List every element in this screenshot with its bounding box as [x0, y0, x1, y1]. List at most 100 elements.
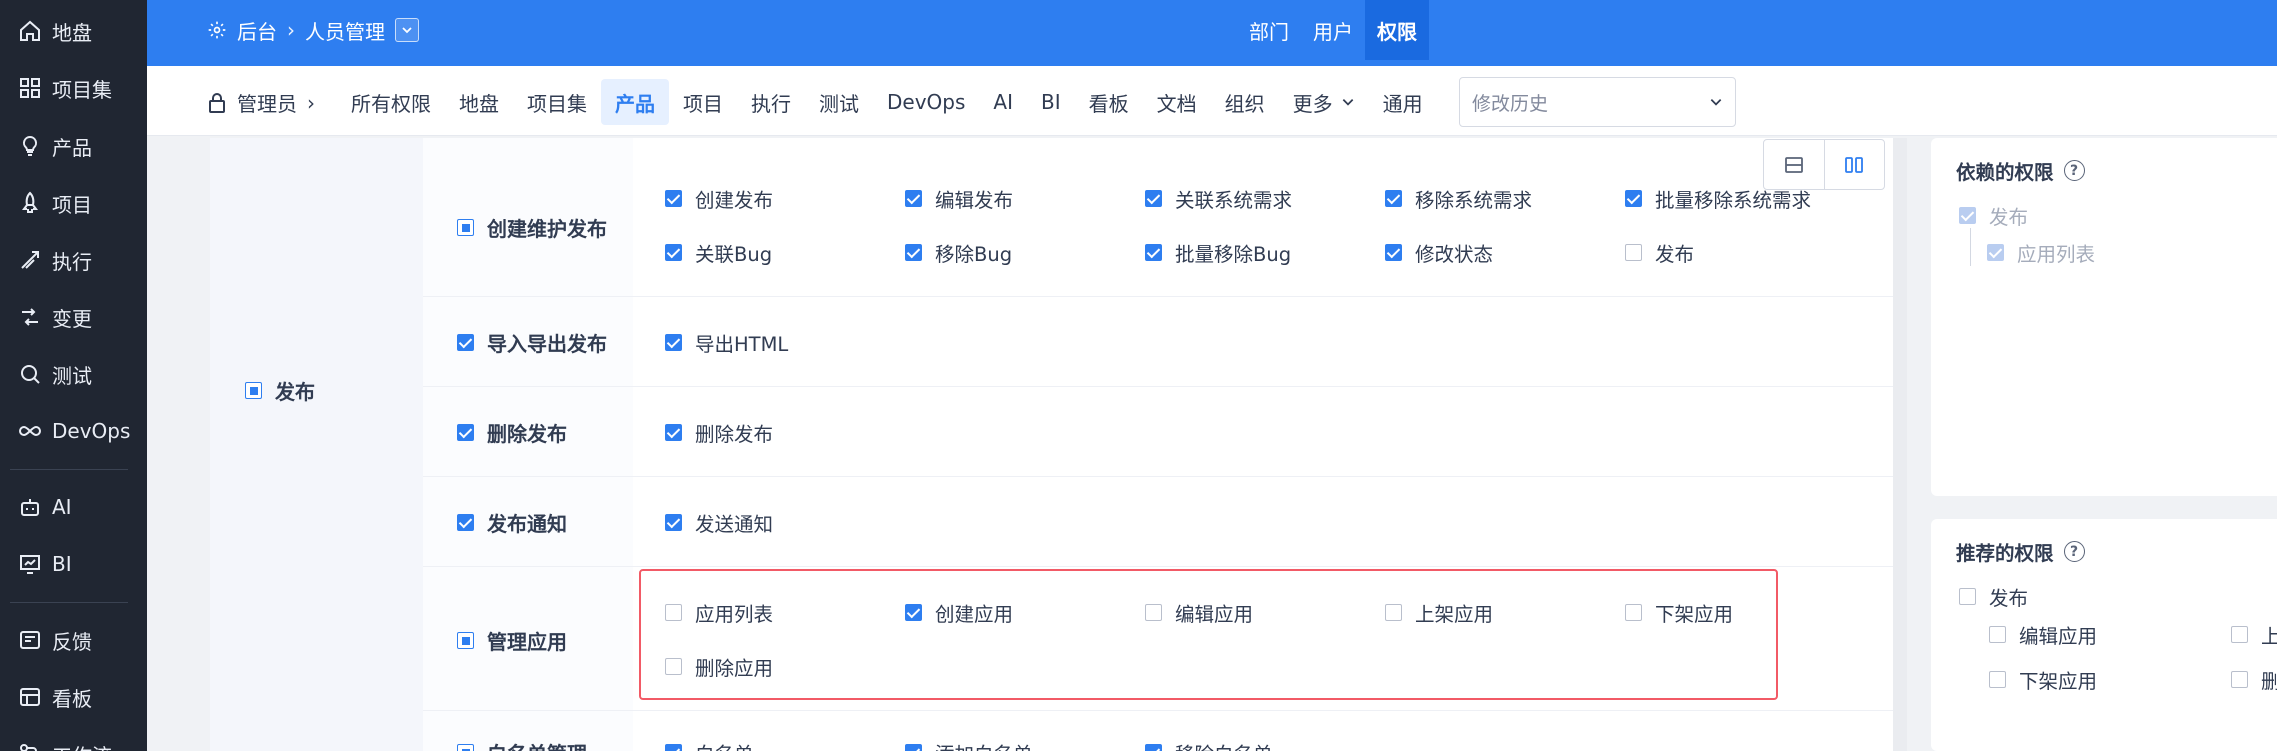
- perm-label: 关联Bug: [695, 243, 773, 266]
- group-breadcrumb[interactable]: 管理员 ›: [207, 88, 315, 117]
- tab-bi[interactable]: BI: [1027, 79, 1075, 125]
- sidebar-item-dashboard[interactable]: 地盘: [0, 9, 147, 53]
- perm-item[interactable]: 发布: [1625, 238, 1694, 267]
- sidebar-item-change[interactable]: 变更: [0, 295, 147, 339]
- recommend-item[interactable]: 下架应用: [1989, 665, 2097, 694]
- perm-item[interactable]: 发送通知: [665, 508, 773, 537]
- perm-item[interactable]: 创建发布: [665, 184, 773, 213]
- sidebar-item-product[interactable]: 产品: [0, 124, 147, 168]
- tab-my[interactable]: 地盘: [445, 79, 513, 125]
- section-dropdown-button[interactable]: [395, 18, 419, 42]
- checkbox[interactable]: [665, 334, 682, 351]
- checkbox[interactable]: [1145, 244, 1162, 261]
- tab-more[interactable]: 更多: [1279, 79, 1369, 125]
- tab-general[interactable]: 通用: [1369, 79, 1437, 125]
- checkbox[interactable]: [1625, 244, 1642, 261]
- perm-item[interactable]: 移除白名单: [1145, 738, 1273, 751]
- recommend-root[interactable]: 发布: [1959, 582, 2028, 611]
- perm-item[interactable]: 关联系统需求: [1145, 184, 1292, 213]
- checkbox[interactable]: [1145, 744, 1162, 751]
- tab-org[interactable]: 组织: [1211, 79, 1279, 125]
- checkbox[interactable]: [905, 244, 922, 261]
- help-icon[interactable]: ?: [2063, 541, 2085, 562]
- package-whitelist[interactable]: 白名单管理: [457, 738, 587, 751]
- chevron-down-icon: [1342, 99, 1353, 106]
- sidebar-item-ai[interactable]: AI: [0, 485, 147, 529]
- checkbox[interactable]: [1989, 626, 2006, 643]
- perm-item[interactable]: 批量移除Bug: [1145, 238, 1291, 267]
- checkbox[interactable]: [665, 190, 682, 207]
- checkbox[interactable]: [1625, 190, 1642, 207]
- checkbox[interactable]: [1989, 671, 2006, 688]
- package-import-export[interactable]: 导入导出发布: [457, 328, 607, 357]
- recommend-item[interactable]: 删除应用: [2231, 665, 2277, 694]
- perm-item[interactable]: 添加白名单: [905, 738, 1033, 751]
- checkbox[interactable]: [665, 514, 682, 531]
- package-release-notify[interactable]: 发布通知: [457, 508, 567, 537]
- recommend-item[interactable]: 上架应用: [2231, 620, 2277, 649]
- checkbox[interactable]: [457, 219, 474, 236]
- tab-all[interactable]: 所有权限: [337, 79, 445, 125]
- tab-doc[interactable]: 文档: [1143, 79, 1211, 125]
- tab-ai[interactable]: AI: [979, 79, 1027, 125]
- tab-devops[interactable]: DevOps: [873, 79, 979, 125]
- sidebar-item-project[interactable]: 项目: [0, 181, 147, 225]
- nav-dept[interactable]: 部门: [1237, 0, 1301, 60]
- perm-item[interactable]: 关联Bug: [665, 238, 772, 267]
- breadcrumb-home[interactable]: 后台: [237, 16, 277, 45]
- sidebar-item-kanban[interactable]: 看板: [0, 675, 147, 719]
- checkbox[interactable]: [457, 514, 474, 531]
- checkbox[interactable]: [665, 424, 682, 441]
- checkbox[interactable]: [905, 190, 922, 207]
- group-release[interactable]: 发布: [245, 376, 315, 405]
- history-select[interactable]: 修改历史: [1459, 77, 1736, 127]
- list-view-button[interactable]: [1764, 140, 1824, 189]
- sidebar-item-workflow[interactable]: 工作流: [0, 732, 147, 751]
- nav-user[interactable]: 用户: [1301, 0, 1365, 60]
- checkbox[interactable]: [457, 424, 474, 441]
- checkbox[interactable]: [2231, 671, 2248, 688]
- checkbox[interactable]: [457, 632, 474, 649]
- checkbox[interactable]: [1959, 588, 1976, 605]
- perm-item[interactable]: 移除Bug: [905, 238, 1012, 267]
- breadcrumb-section[interactable]: 人员管理: [305, 16, 385, 45]
- checkbox: [1959, 207, 1976, 224]
- nav-privilege[interactable]: 权限: [1365, 0, 1429, 60]
- tab-project[interactable]: 项目: [669, 79, 737, 125]
- checkbox[interactable]: [245, 382, 262, 399]
- checkbox[interactable]: [1385, 190, 1402, 207]
- recommend-item[interactable]: 编辑应用: [1989, 620, 2097, 649]
- checkbox[interactable]: [457, 334, 474, 351]
- column-view-button[interactable]: [1823, 140, 1884, 189]
- checkbox[interactable]: [457, 744, 474, 751]
- checkbox[interactable]: [905, 744, 922, 751]
- tab-qa[interactable]: 测试: [805, 79, 873, 125]
- tab-execution[interactable]: 执行: [737, 79, 805, 125]
- sidebar-item-test[interactable]: 测试: [0, 352, 147, 396]
- checkbox[interactable]: [665, 244, 682, 261]
- table-scrollbar[interactable]: [1893, 138, 1907, 751]
- checkbox[interactable]: [1145, 190, 1162, 207]
- checkbox[interactable]: [1385, 244, 1402, 261]
- tab-kanban[interactable]: 看板: [1075, 79, 1143, 125]
- perm-item[interactable]: 修改状态: [1385, 238, 1493, 267]
- package-manage-app[interactable]: 管理应用: [457, 626, 567, 655]
- perm-label: 关联系统需求: [1175, 189, 1293, 212]
- checkbox[interactable]: [665, 744, 682, 751]
- sidebar-item-feedback[interactable]: 反馈: [0, 618, 147, 662]
- sidebar-item-execution[interactable]: 执行: [0, 238, 147, 282]
- perm-item[interactable]: 移除系统需求: [1385, 184, 1532, 213]
- tab-product[interactable]: 产品: [601, 79, 669, 125]
- sidebar-item-devops[interactable]: DevOps: [0, 409, 147, 453]
- perm-item[interactable]: 编辑发布: [905, 184, 1013, 213]
- sidebar-item-program[interactable]: 项目集: [0, 66, 147, 110]
- package-delete-release[interactable]: 删除发布: [457, 418, 567, 447]
- sidebar-item-bi[interactable]: BI: [0, 542, 147, 586]
- perm-item[interactable]: 白名单: [665, 738, 754, 751]
- tab-program[interactable]: 项目集: [513, 79, 601, 125]
- help-icon[interactable]: ?: [2063, 160, 2085, 181]
- perm-item[interactable]: 删除发布: [665, 418, 773, 447]
- perm-item[interactable]: 导出HTML: [665, 328, 788, 357]
- package-manage-release[interactable]: 创建维护发布: [457, 213, 607, 242]
- checkbox[interactable]: [2231, 626, 2248, 643]
